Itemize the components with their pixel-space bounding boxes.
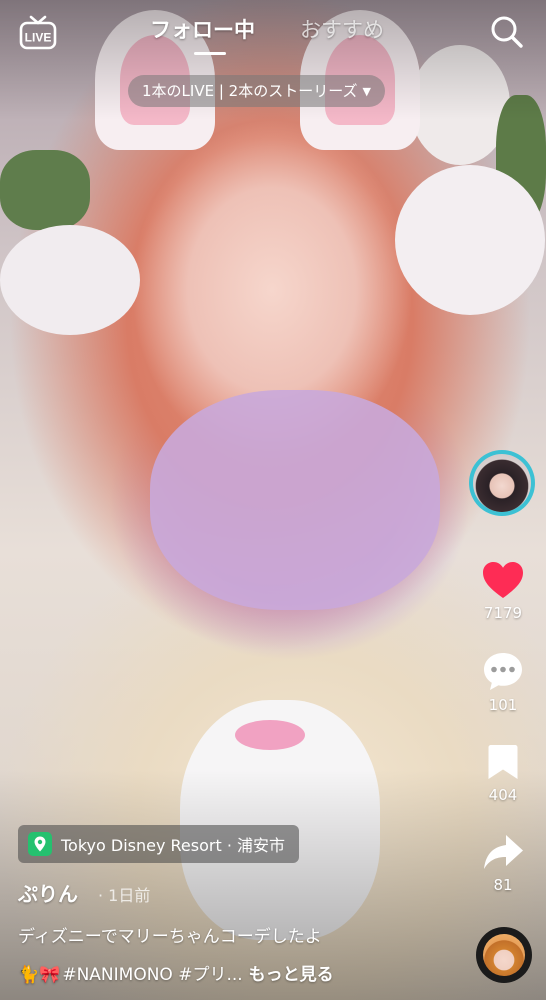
search-icon bbox=[491, 16, 523, 48]
bookmark-icon bbox=[488, 745, 518, 779]
post-hashtags: 🐈🎀 #NANIMONO #プリ... もっと見る bbox=[18, 960, 334, 985]
glove-left bbox=[0, 225, 140, 335]
background-hedge-left bbox=[0, 150, 90, 230]
hashtag-text[interactable]: #NANIMONO #プリ... bbox=[62, 965, 242, 985]
like-button[interactable]: 7179 bbox=[468, 560, 538, 622]
save-count: 404 bbox=[488, 786, 518, 804]
music-disc-button[interactable] bbox=[476, 927, 532, 983]
comment-count: 101 bbox=[488, 696, 518, 714]
live-stories-text: 1本のLIVE | 2本のストーリーズ bbox=[142, 82, 358, 100]
fur-bow bbox=[150, 390, 440, 610]
creator-avatar-button[interactable] bbox=[469, 450, 535, 516]
location-pin-icon bbox=[28, 832, 52, 856]
location-tag[interactable]: Tokyo Disney Resort · 浦安市 bbox=[18, 825, 300, 863]
caption-emoji: 🐈🎀 bbox=[18, 965, 61, 985]
comment-icon bbox=[484, 653, 522, 690]
avatar bbox=[473, 454, 531, 512]
search-button[interactable] bbox=[489, 14, 525, 50]
tab-for-you[interactable]: おすすめ bbox=[300, 14, 384, 44]
heart-icon bbox=[483, 562, 523, 598]
live-stories-banner[interactable]: 1本のLIVE | 2本のストーリーズ ▼ bbox=[128, 75, 385, 107]
share-button[interactable]: 81 bbox=[468, 832, 538, 894]
tab-following[interactable]: フォロー中 bbox=[150, 14, 255, 44]
like-count: 7179 bbox=[483, 604, 523, 622]
author-name[interactable]: ぷりん bbox=[18, 878, 78, 907]
save-button[interactable]: 404 bbox=[468, 742, 538, 804]
video-feed-screen[interactable]: LIVE フォロー中 おすすめ 1本のLIVE | 2本のストーリーズ ▼ 717… bbox=[0, 0, 546, 1000]
feed-tabs: フォロー中 おすすめ bbox=[0, 14, 546, 55]
comment-button[interactable]: 101 bbox=[468, 650, 538, 714]
share-count: 81 bbox=[493, 876, 513, 894]
see-more-button[interactable]: もっと見る bbox=[249, 965, 334, 985]
music-disc-avatar bbox=[483, 934, 525, 976]
location-text: Tokyo Disney Resort · 浦安市 bbox=[61, 836, 286, 855]
share-arrow-icon bbox=[484, 835, 523, 869]
post-caption: ディズニーでマリーちゃんコーデしたよ bbox=[18, 927, 322, 947]
post-timestamp: · 1日前 bbox=[98, 886, 151, 905]
active-tab-indicator bbox=[194, 52, 226, 55]
glove-right bbox=[395, 165, 545, 315]
dropdown-caret-icon: ▼ bbox=[362, 85, 371, 98]
